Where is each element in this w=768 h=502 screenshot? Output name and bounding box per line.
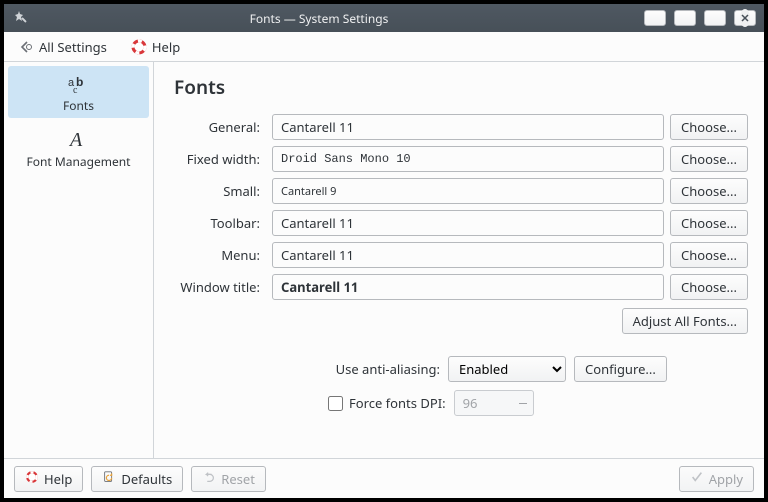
main-area: a b c Fonts A Font Management Fonts Gene… [4,62,764,458]
dpi-spinner[interactable]: 96 [454,390,534,416]
action-bar: Help Defaults Reset Apply [4,458,764,498]
choose-menu-button[interactable]: Choose... [670,242,748,268]
sidebar-fonts-label: Fonts [63,97,94,114]
reset-button: Reset [191,466,266,492]
toolbar-help-button[interactable]: Help [125,35,186,59]
menu-font-field[interactable] [272,242,664,268]
maximize-button[interactable] [704,10,726,26]
undo-icon [202,470,216,488]
adjust-all-fonts-button[interactable]: Adjust All Fonts... [622,308,748,334]
choose-window-title-button[interactable]: Choose... [670,274,748,300]
row-menu: Menu: Choose... [170,242,748,268]
label-fixed: Fixed width: [170,150,266,168]
help-action-label: Help [44,470,72,488]
row-general: General: Choose... [170,114,748,140]
lifebuoy-icon [25,470,39,488]
choose-small-button[interactable]: Choose... [670,178,748,204]
force-dpi-label: Force fonts DPI: [349,394,446,412]
settings-window: Fonts — System Settings All Sett [0,0,768,502]
row-window-title: Window title: Choose... [170,274,748,300]
fixed-font-field[interactable] [272,146,664,172]
apply-button: Apply [679,466,754,492]
label-anti-aliasing: Use anti-aliasing: [170,360,440,378]
font-rows: General: Choose... Fixed width: Choose..… [170,114,748,300]
adjust-all-row: Adjust All Fonts... [170,308,748,334]
font-management-icon: A [65,128,93,150]
choose-fixed-button[interactable]: Choose... [670,146,748,172]
document-revert-icon [102,470,116,488]
help-action-button[interactable]: Help [14,466,83,492]
window-controls [644,10,756,26]
defaults-label: Defaults [121,470,172,488]
label-toolbar: Toolbar: [170,214,266,232]
general-font-field[interactable] [272,114,664,140]
page-title: Fonts [174,74,748,100]
anti-aliasing-select[interactable]: EnabledSystemDisabled [448,356,566,382]
close-button[interactable] [734,10,756,26]
help-titlebar-button[interactable] [644,10,666,26]
titlebar: Fonts — System Settings [4,4,764,32]
window-title: Fonts — System Settings [34,10,644,27]
configure-aa-button[interactable]: Configure... [574,356,667,382]
row-fixed: Fixed width: Choose... [170,146,748,172]
all-settings-button[interactable]: All Settings [12,35,113,59]
defaults-button[interactable]: Defaults [91,466,183,492]
lifebuoy-icon [131,39,147,55]
label-general: General: [170,118,266,136]
choose-toolbar-button[interactable]: Choose... [670,210,748,236]
toolbar-font-field[interactable] [272,210,664,236]
row-small: Small: Choose... [170,178,748,204]
back-icon [18,39,34,55]
dpi-row: Force fonts DPI: 96 [170,390,748,416]
force-dpi-input[interactable] [328,396,343,411]
sidebar-item-font-management[interactable]: A Font Management [8,122,149,174]
reset-label: Reset [221,470,255,488]
check-icon [690,470,704,488]
all-settings-label: All Settings [39,38,107,56]
apply-label: Apply [709,470,743,488]
label-small: Small: [170,182,266,200]
row-toolbar: Toolbar: Choose... [170,210,748,236]
window-title-font-field[interactable] [272,274,664,300]
sidebar: a b c Fonts A Font Management [4,62,154,458]
breadcrumb-toolbar: All Settings Help [4,32,764,62]
content-panel: Fonts General: Choose... Fixed width: Ch… [154,62,764,458]
sidebar-item-fonts[interactable]: a b c Fonts [8,66,149,118]
svg-text:A: A [68,129,83,150]
anti-aliasing-row: Use anti-aliasing: EnabledSystemDisabled… [170,356,748,382]
svg-text:c: c [73,85,78,93]
force-dpi-checkbox[interactable]: Force fonts DPI: [328,394,446,412]
sidebar-font-management-label: Font Management [26,153,130,170]
small-font-field[interactable] [272,178,664,204]
dpi-value: 96 [463,394,478,412]
toolbar-help-label: Help [152,38,180,56]
minimize-button[interactable] [674,10,696,26]
close-icon [740,9,750,27]
label-menu: Menu: [170,246,266,264]
label-window-title: Window title: [170,278,266,296]
app-icon [12,10,28,26]
choose-general-button[interactable]: Choose... [670,114,748,140]
fonts-icon: a b c [65,72,93,94]
